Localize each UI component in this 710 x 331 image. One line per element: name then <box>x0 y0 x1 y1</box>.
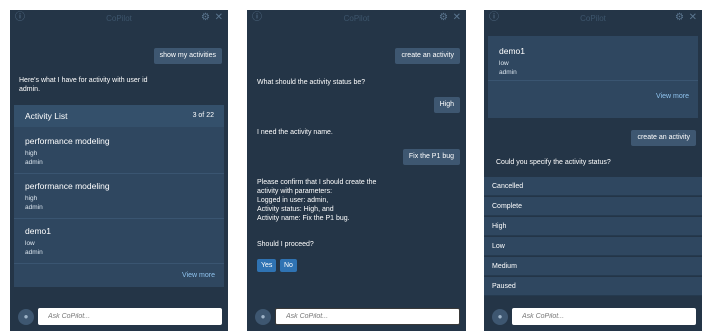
panel-header: ⓘ CoPilot ⚙ ✕ <box>10 10 228 28</box>
status-option-high[interactable]: High <box>484 217 702 236</box>
activity-list-count: 3 of 22 <box>192 112 214 119</box>
confirmation-line: Logged in user: admin, <box>257 197 329 204</box>
activity-owner: admin <box>25 204 43 211</box>
bot-message-line: admin. <box>19 86 41 93</box>
activity-priority: low <box>499 60 509 67</box>
activity-list-title: Activity List <box>25 111 68 121</box>
bot-message: Could you specify the activity status? <box>496 159 611 166</box>
status-option-cancelled[interactable]: Cancelled <box>484 177 702 196</box>
copilot-panel-status-options: ⓘ CoPilot ⚙ ✕ demo1 low admin View more … <box>484 10 702 331</box>
microphone-icon[interactable]: ● <box>492 309 508 325</box>
gear-icon[interactable]: ⚙ <box>201 12 210 24</box>
confirmation-message: Please confirm that I should create the … <box>257 178 376 223</box>
activity-name: demo1 <box>499 46 525 56</box>
ask-copilot-input[interactable] <box>512 308 696 325</box>
activity-list-card: Activity List 3 of 22 performance modeli… <box>14 105 224 287</box>
copilot-panel-activity-list: ⓘ CoPilot ⚙ ✕ show my activities Here's … <box>10 10 228 331</box>
panel-header: ⓘ CoPilot ⚙ ✕ <box>247 10 466 28</box>
yes-button[interactable]: Yes <box>257 259 277 272</box>
status-option-complete[interactable]: Complete <box>484 197 702 216</box>
activity-list-header: Activity List 3 of 22 <box>14 105 224 127</box>
ask-copilot-input[interactable] <box>38 308 222 325</box>
chat-footer: ● <box>247 305 466 331</box>
copilot-panel-create-activity: ⓘ CoPilot ⚙ ✕ create an activity What sh… <box>247 10 466 331</box>
bot-message: I need the activity name. <box>257 129 333 136</box>
chat-footer: ● <box>10 305 228 331</box>
close-icon[interactable]: ✕ <box>689 12 697 24</box>
activity-item[interactable]: demo1 low admin <box>14 219 224 264</box>
ask-copilot-input[interactable] <box>275 308 460 325</box>
activity-item[interactable]: performance modeling high admin <box>14 129 224 174</box>
close-icon[interactable]: ✕ <box>215 12 223 24</box>
user-message: create an activity <box>631 130 696 146</box>
confirmation-line: activity with parameters: <box>257 188 333 195</box>
chat-footer: ● <box>484 305 702 331</box>
activity-list-card: demo1 low admin View more <box>488 36 698 118</box>
status-option-low[interactable]: Low <box>484 237 702 256</box>
view-more-link[interactable]: View more <box>656 93 689 100</box>
activity-priority: high <box>25 150 38 157</box>
view-more-link[interactable]: View more <box>182 272 215 279</box>
bot-message: Here's what I have for activity with use… <box>19 76 148 94</box>
status-option-medium[interactable]: Medium <box>484 257 702 276</box>
gear-icon[interactable]: ⚙ <box>675 12 684 24</box>
activity-name: performance modeling <box>25 181 110 191</box>
bot-message: What should the activity status be? <box>257 79 366 86</box>
activity-owner: admin <box>25 249 43 256</box>
panel-header: ⓘ CoPilot ⚙ ✕ <box>484 10 702 28</box>
activity-name: performance modeling <box>25 136 110 146</box>
microphone-icon[interactable]: ● <box>255 309 271 325</box>
confirmation-line: Activity name: Fix the P1 bug. <box>257 215 350 222</box>
close-icon[interactable]: ✕ <box>453 12 461 24</box>
activity-priority: low <box>25 240 35 247</box>
activity-owner: admin <box>499 69 517 76</box>
microphone-icon[interactable]: ● <box>18 309 34 325</box>
panel-title: CoPilot <box>580 14 606 23</box>
confirmation-line: Please confirm that I should create the <box>257 179 377 186</box>
gear-icon[interactable]: ⚙ <box>439 12 448 24</box>
activity-item[interactable]: performance modeling high admin <box>14 174 224 219</box>
user-message: High <box>433 97 460 113</box>
activity-name: demo1 <box>25 226 51 236</box>
no-button[interactable]: No <box>280 259 297 272</box>
status-option-paused[interactable]: Paused <box>484 277 702 296</box>
user-message: show my activities <box>153 48 222 64</box>
activity-priority: high <box>25 195 38 202</box>
activity-item[interactable]: demo1 low admin <box>488 36 698 81</box>
panel-title: CoPilot <box>343 14 370 23</box>
panel-title: CoPilot <box>106 14 132 23</box>
confirmation-line: Activity status: High, and <box>257 206 334 213</box>
user-message: create an activity <box>395 48 460 64</box>
bot-message-line: Here's what I have for activity with use… <box>19 77 148 84</box>
activity-owner: admin <box>25 159 43 166</box>
proceed-question: Should I proceed? <box>257 241 314 248</box>
user-message: Fix the P1 bug <box>402 149 460 165</box>
